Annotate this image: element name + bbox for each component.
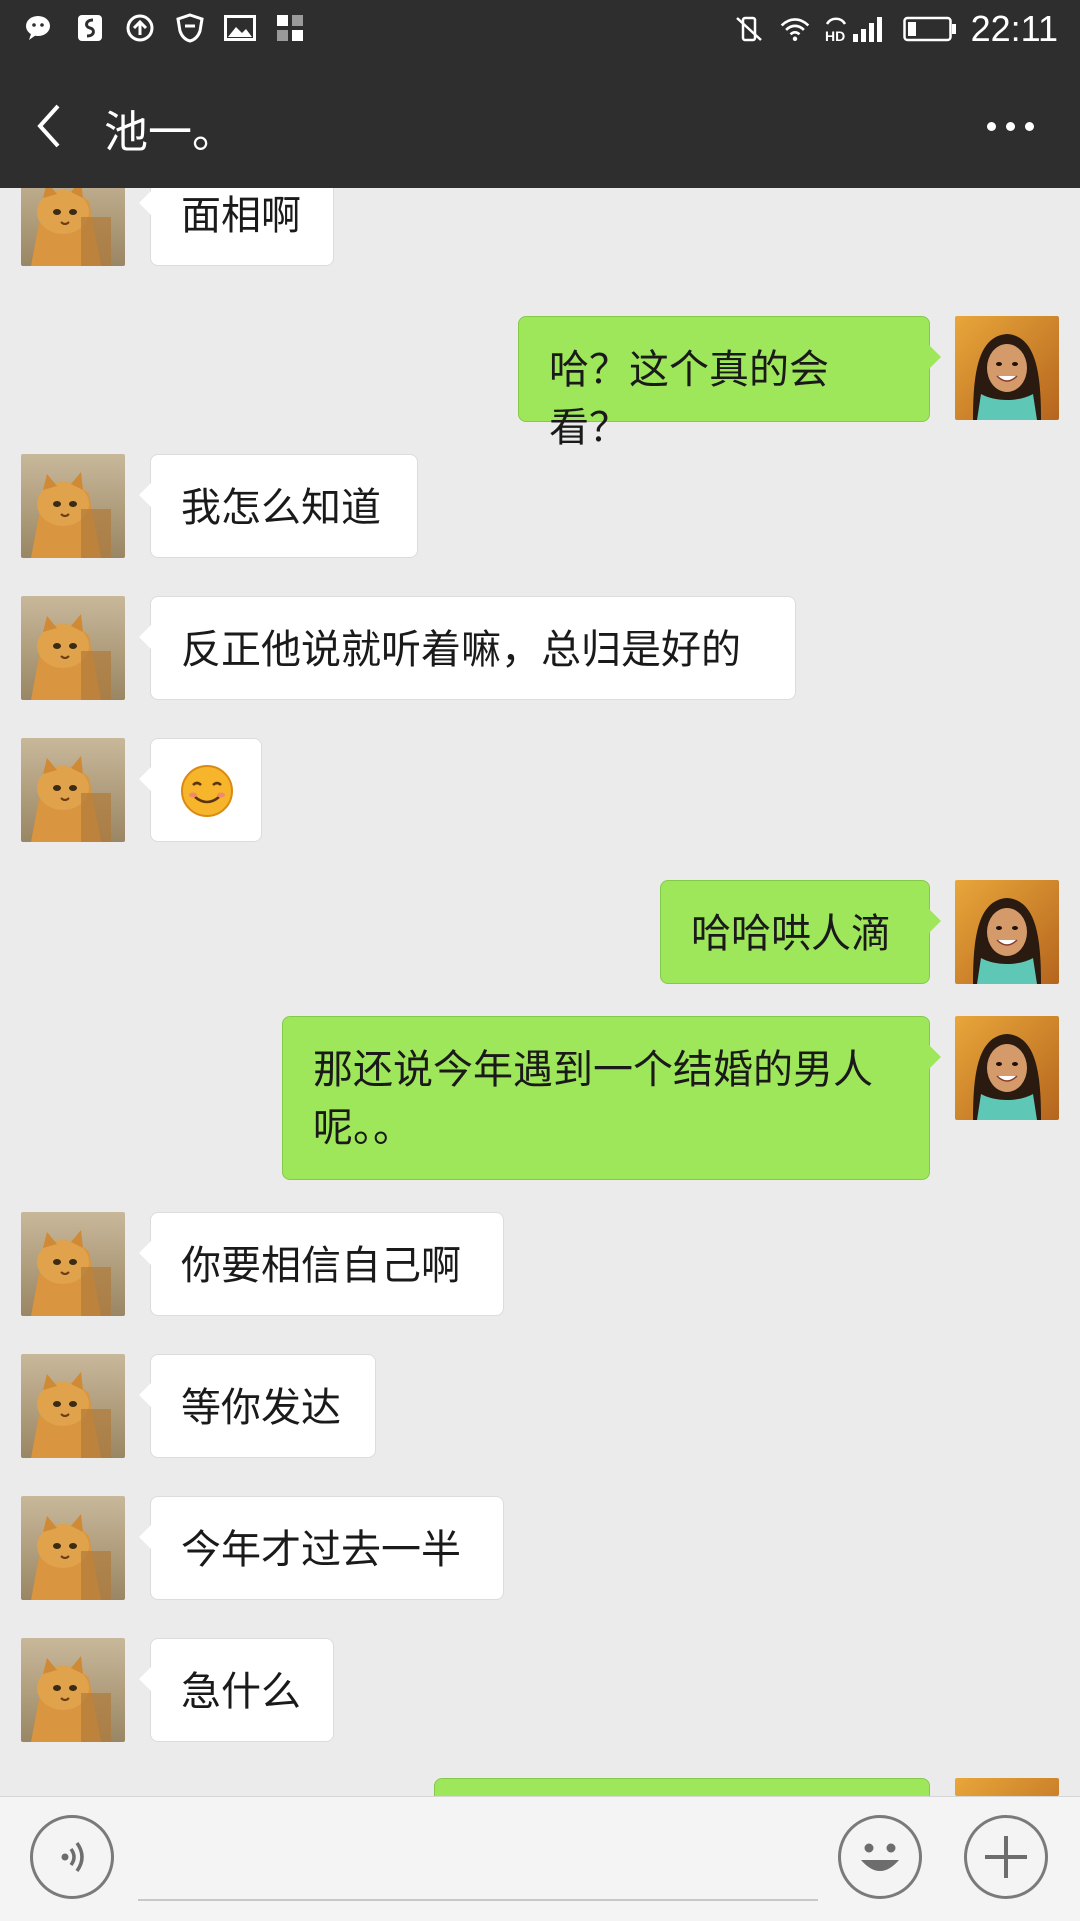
wifi-icon — [779, 13, 811, 45]
plus-button[interactable] — [964, 1815, 1048, 1899]
svg-text:HD: HD — [825, 28, 845, 44]
contact-avatar[interactable] — [21, 188, 125, 266]
plus-icon — [985, 1836, 1027, 1878]
wechat-icon — [24, 12, 56, 44]
image-icon — [224, 12, 256, 44]
incoming-bubble[interactable]: 面相啊 — [139, 188, 334, 266]
clock-time: 22:11 — [970, 8, 1058, 49]
my-avatar[interactable] — [955, 1016, 1059, 1120]
my-avatar[interactable] — [955, 316, 1059, 420]
incoming-bubble[interactable]: 急什么 — [139, 1638, 334, 1742]
incoming-bubble[interactable]: 今年才过去一半 — [139, 1496, 504, 1600]
back-button[interactable] — [28, 98, 78, 154]
contact-avatar[interactable] — [21, 1638, 125, 1742]
hd-signal-icon: HD — [825, 13, 889, 45]
my-avatar[interactable] — [955, 1778, 1059, 1796]
outgoing-bubble[interactable]: 哈哈哄人滴 — [660, 880, 941, 984]
voice-button[interactable] — [30, 1815, 114, 1899]
incoming-bubble[interactable]: 我怎么知道 — [139, 454, 418, 558]
sync-icon — [124, 12, 156, 44]
contact-avatar[interactable] — [21, 454, 125, 558]
contact-avatar[interactable] — [21, 1212, 125, 1316]
contact-avatar[interactable] — [21, 738, 125, 842]
incoming-bubble[interactable]: 你要相信自己啊 — [139, 1212, 504, 1316]
message-input[interactable] — [138, 1819, 818, 1901]
emoji-button[interactable] — [838, 1815, 922, 1899]
incoming-bubble[interactable] — [139, 738, 262, 842]
message-list[interactable]: 面相啊 哈？这个真的会看？ 我怎么知道 反正他说就听着嘛，总归是好的 哈哈哄人滴… — [0, 188, 1080, 1796]
contact-avatar[interactable] — [21, 1496, 125, 1600]
incoming-bubble[interactable]: 反正他说就听着嘛，总归是好的 — [139, 596, 796, 700]
outgoing-bubble[interactable] — [434, 1778, 930, 1796]
shield-icon — [174, 12, 206, 44]
smile-emoji-icon — [181, 765, 233, 817]
battery-icon — [902, 13, 957, 45]
incoming-bubble[interactable]: 等你发达 — [139, 1354, 376, 1458]
vibrate-icon — [733, 13, 765, 45]
input-bar — [0, 1796, 1080, 1921]
soul-icon — [74, 12, 106, 44]
emoji-icon — [861, 1843, 899, 1871]
outgoing-bubble[interactable]: 那还说今年遇到一个结婚的男人呢。。 — [282, 1016, 941, 1180]
chat-header: 池一。 — [0, 62, 1080, 188]
more-icon — [986, 121, 996, 131]
contact-avatar[interactable] — [21, 1354, 125, 1458]
voice-icon — [61, 1841, 84, 1873]
status-bar: HD 22:11 — [0, 0, 1080, 62]
my-avatar[interactable] — [955, 880, 1059, 984]
outgoing-bubble[interactable]: 哈？这个真的会看？ — [518, 316, 941, 451]
contact-avatar[interactable] — [21, 596, 125, 700]
more-button[interactable] — [980, 106, 1040, 146]
apps-icon — [274, 12, 306, 44]
chat-title: 池一。 — [104, 107, 236, 158]
chevron-left-icon — [37, 104, 60, 148]
